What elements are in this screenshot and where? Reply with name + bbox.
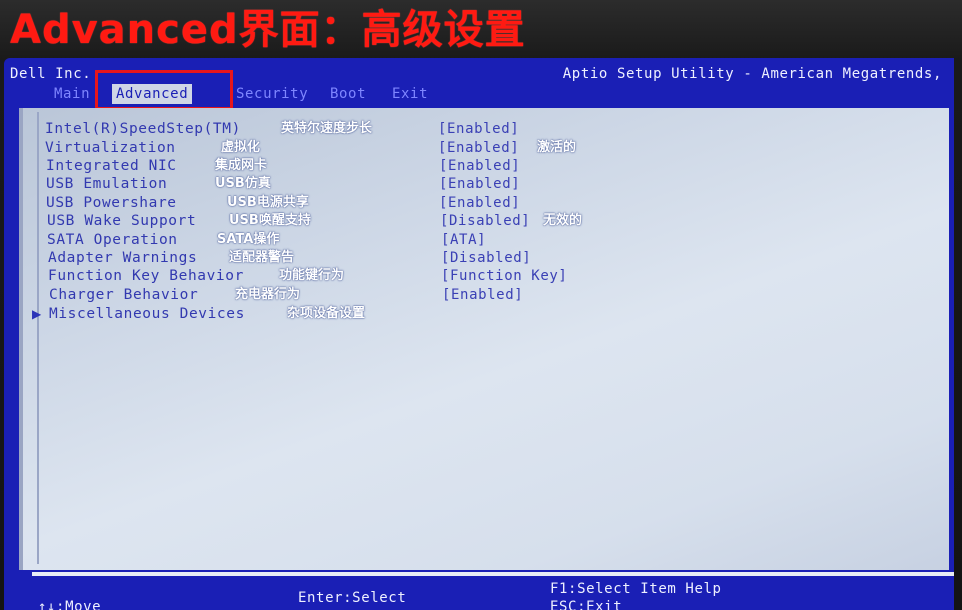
- setting-note: USB电源共享: [227, 195, 309, 210]
- setting-label: Adapter Warnings: [48, 250, 198, 266]
- setting-label: USB Powershare: [46, 195, 177, 211]
- help-move: ↑↓:Move: [38, 599, 102, 610]
- setting-note: SATA操作: [217, 232, 280, 247]
- setting-value[interactable]: [Enabled]: [439, 157, 520, 175]
- tab-main[interactable]: Main: [50, 84, 94, 104]
- vendor-name: Dell Inc.: [10, 66, 92, 82]
- help-bar: ↑↓:Move Enter:Select F1:Select Item Help…: [4, 572, 954, 610]
- caption-title: Advanced界面：高级设置: [10, 7, 526, 53]
- tab-exit[interactable]: Exit: [388, 84, 432, 104]
- setting-value[interactable]: [Disabled]: [440, 212, 530, 230]
- panel-divider: [37, 112, 39, 564]
- submenu-label: Miscellaneous Devices: [49, 306, 245, 322]
- setting-label: Intel(R)SpeedStep(TM): [45, 121, 241, 137]
- help-select: Enter:Select: [298, 590, 407, 606]
- setting-value-note: 激活的: [537, 140, 577, 155]
- tab-boot[interactable]: Boot: [326, 84, 370, 104]
- setting-label: Integrated NIC: [46, 158, 177, 174]
- advanced-tab-highlight: [95, 70, 233, 110]
- setting-label: USB Emulation: [46, 176, 168, 192]
- setting-label: Function Key Behavior: [48, 268, 244, 284]
- tab-security[interactable]: Security: [232, 84, 312, 104]
- help-bar-divider: [32, 572, 954, 576]
- setting-value[interactable]: [ATA]: [441, 231, 486, 249]
- settings-panel: Intel(R)SpeedStep(TM) 英特尔速度步长 [Enabled] …: [19, 108, 949, 570]
- setting-note: USB唤醒支持: [229, 213, 311, 228]
- setting-value[interactable]: [Enabled]: [439, 175, 520, 193]
- setting-note: 功能键行为: [279, 268, 345, 283]
- setting-label: Charger Behavior: [49, 287, 199, 303]
- setting-note: 集成网卡: [215, 158, 268, 173]
- setting-value[interactable]: [Enabled]: [442, 286, 523, 304]
- setting-value[interactable]: [Enabled]: [438, 139, 519, 157]
- photo-stage: Advanced界面：高级设置 Dell Inc. Aptio Setup Ut…: [0, 0, 962, 610]
- setting-label: USB Wake Support: [47, 213, 197, 229]
- submenu-arrow-icon: ▶: [32, 307, 42, 321]
- help-item-help: F1:Select Item Help: [550, 581, 722, 597]
- setting-note: 适配器警告: [229, 250, 295, 265]
- setting-value-note: 无效的: [543, 213, 583, 228]
- setting-note: USB仿真: [215, 176, 271, 191]
- setting-value[interactable]: [Function Key]: [441, 267, 567, 285]
- setting-label: Virtualization: [45, 140, 176, 156]
- help-exit: ESC:Exit: [550, 599, 623, 610]
- setting-note: 充电器行为: [235, 287, 301, 302]
- bios-screen: Dell Inc. Aptio Setup Utility - American…: [4, 58, 954, 610]
- setting-label: SATA Operation: [47, 232, 178, 248]
- setting-value[interactable]: [Enabled]: [439, 194, 520, 212]
- setting-value[interactable]: [Enabled]: [438, 120, 519, 138]
- setting-note: 英特尔速度步长: [281, 121, 373, 136]
- submenu-note: 杂项设备设置: [287, 306, 366, 321]
- setting-note: 虚拟化: [221, 140, 261, 155]
- setting-value[interactable]: [Disabled]: [441, 249, 531, 267]
- utility-title: Aptio Setup Utility - American Megatrend…: [562, 66, 942, 82]
